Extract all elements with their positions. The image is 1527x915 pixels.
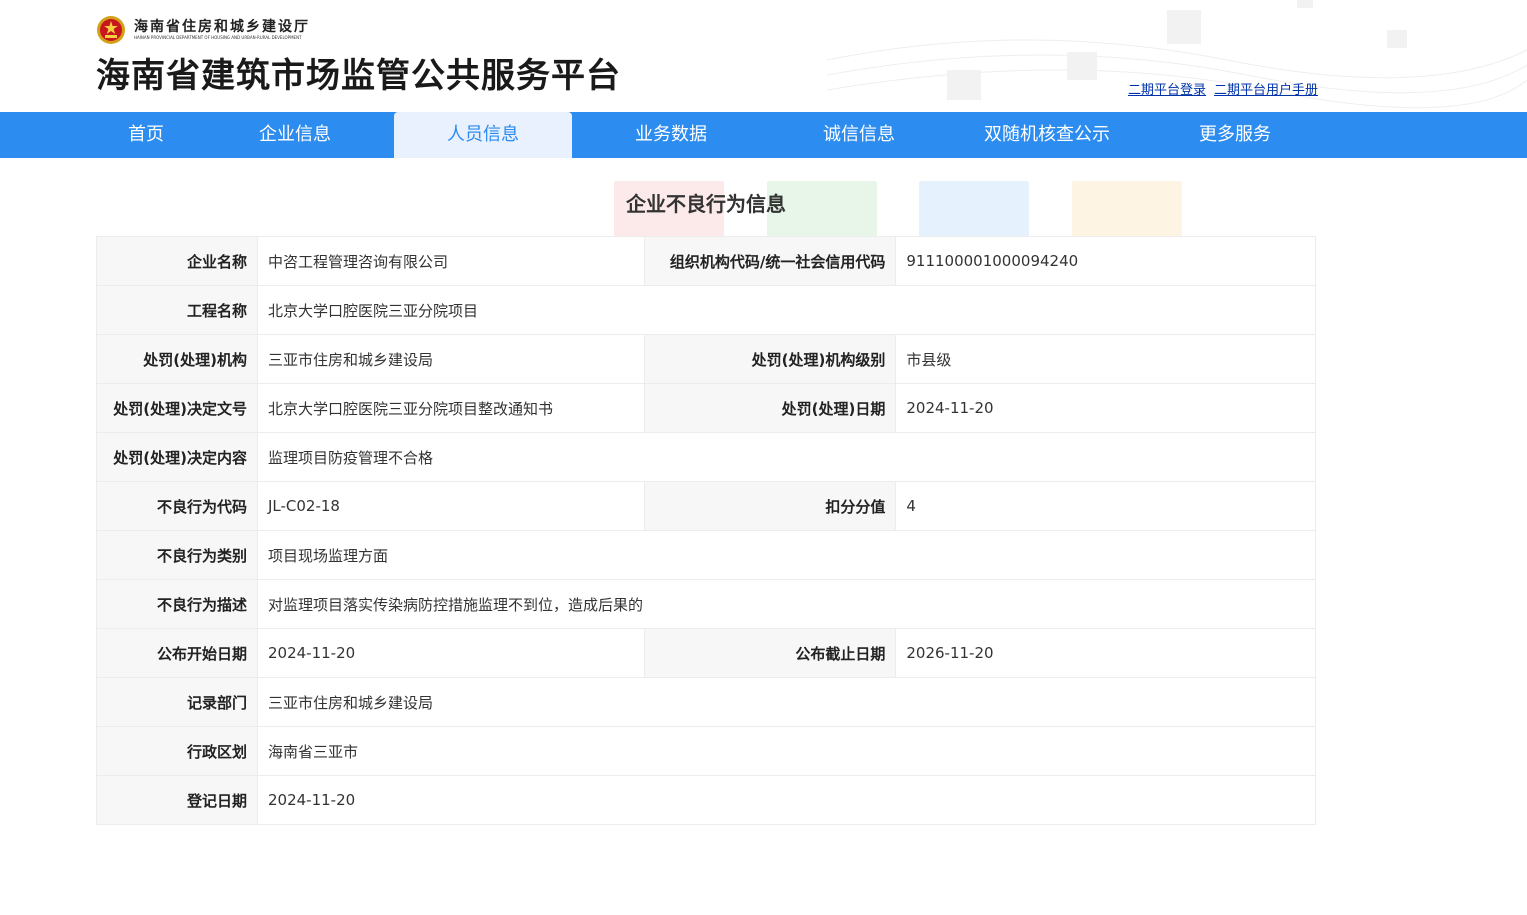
- company-value: 中咨工程管理咨询有限公司: [256, 236, 646, 286]
- region-value: 海南省三亚市: [256, 726, 1317, 776]
- deduction-label: 扣分分值: [644, 481, 897, 531]
- publish-end-label: 公布截止日期: [644, 628, 897, 678]
- publish-start-label: 公布开始日期: [96, 628, 258, 678]
- nav-more-services[interactable]: 更多服务: [1160, 112, 1310, 158]
- table-row: 企业名称 中咨工程管理咨询有限公司 组织机构代码/统一社会信用代码 911100…: [96, 236, 1316, 286]
- register-date-label: 登记日期: [96, 775, 258, 825]
- decision-content-value: 监理项目防疫管理不合格: [256, 432, 1317, 482]
- main-nav: 首页 企业信息 人员信息 业务数据 诚信信息 双随机核查公示 更多服务: [0, 112, 1527, 158]
- table-row: 处罚(处理)机构 三亚市住房和城乡建设局 处罚(处理)机构级别 市县级: [96, 334, 1316, 384]
- section-title: 企业不良行为信息: [626, 192, 786, 216]
- top-links: 二期平台登录 二期平台用户手册: [1128, 79, 1318, 98]
- record-dept-label: 记录部门: [96, 677, 258, 727]
- table-row: 公布开始日期 2024-11-20 公布截止日期 2026-11-20: [96, 628, 1316, 678]
- national-emblem-icon: [97, 16, 125, 44]
- register-date-value: 2024-11-20: [256, 775, 1317, 825]
- nav-enterprise[interactable]: 企业信息: [220, 112, 370, 158]
- authority-value: 三亚市住房和城乡建设局: [256, 334, 646, 384]
- decision-no-label: 处罚(处理)决定文号: [96, 383, 258, 433]
- authority-label: 处罚(处理)机构: [96, 334, 258, 384]
- phase2-login-link[interactable]: 二期平台登录: [1128, 79, 1206, 98]
- table-row: 行政区划 海南省三亚市: [96, 726, 1317, 776]
- publish-start-value: 2024-11-20: [256, 628, 646, 678]
- nav-business-data[interactable]: 业务数据: [596, 112, 746, 158]
- behavior-category-value: 项目现场监理方面: [256, 530, 1317, 580]
- decision-no-value: 北京大学口腔医院三亚分院项目整改通知书: [256, 383, 646, 433]
- table-row: 记录部门 三亚市住房和城乡建设局: [96, 677, 1317, 727]
- table-row: 登记日期 2024-11-20: [96, 775, 1317, 825]
- table-row: 不良行为类别 项目现场监理方面: [96, 530, 1317, 580]
- table-row: 处罚(处理)决定文号 北京大学口腔医院三亚分院项目整改通知书 处罚(处理)日期 …: [96, 383, 1316, 433]
- nav-home[interactable]: 首页: [96, 112, 196, 158]
- behavior-code-label: 不良行为代码: [96, 481, 258, 531]
- department-name-en: HAINAN PROVINCIAL DEPARTMENT OF HOUSING …: [134, 35, 302, 40]
- bad-behavior-table: 企业名称 中咨工程管理咨询有限公司 组织机构代码/统一社会信用代码 911100…: [96, 236, 1317, 825]
- behavior-code-value: JL-C02-18: [256, 481, 646, 531]
- nav-random-check[interactable]: 双随机核查公示: [966, 112, 1128, 158]
- site-title: 海南省建筑市场监管公共服务平台: [96, 56, 621, 96]
- decision-date-value: 2024-11-20: [895, 383, 1316, 433]
- company-label: 企业名称: [96, 236, 258, 286]
- decision-content-label: 处罚(处理)决定内容: [96, 432, 258, 482]
- table-row: 处罚(处理)决定内容 监理项目防疫管理不合格: [96, 432, 1317, 482]
- org-code-value: 911100001000094240: [895, 236, 1316, 286]
- project-value: 北京大学口腔医院三亚分院项目: [256, 285, 1317, 335]
- table-row: 不良行为代码 JL-C02-18 扣分分值 4: [96, 481, 1316, 531]
- authority-level-label: 处罚(处理)机构级别: [644, 334, 897, 384]
- project-label: 工程名称: [96, 285, 258, 335]
- nav-credit[interactable]: 诚信信息: [784, 112, 934, 158]
- phase2-manual-link[interactable]: 二期平台用户手册: [1214, 79, 1318, 98]
- authority-level-value: 市县级: [895, 334, 1316, 384]
- table-row: 不良行为描述 对监理项目落实传染病防控措施监理不到位，造成后果的: [96, 579, 1317, 629]
- publish-end-value: 2026-11-20: [895, 628, 1316, 678]
- record-dept-value: 三亚市住房和城乡建设局: [256, 677, 1317, 727]
- region-label: 行政区划: [96, 726, 258, 776]
- department-logo[interactable]: 海南省住房和城乡建设厅 HAINAN PROVINCIAL DEPARTMENT…: [96, 14, 310, 46]
- behavior-category-label: 不良行为类别: [96, 530, 258, 580]
- behavior-desc-label: 不良行为描述: [96, 579, 258, 629]
- department-name: 海南省住房和城乡建设厅: [134, 19, 310, 35]
- behavior-desc-value: 对监理项目落实传染病防控措施监理不到位，造成后果的: [256, 579, 1317, 629]
- site-header: 海南省住房和城乡建设厅 HAINAN PROVINCIAL DEPARTMENT…: [0, 0, 1527, 112]
- table-row: 工程名称 北京大学口腔医院三亚分院项目: [96, 285, 1317, 335]
- nav-personnel[interactable]: 人员信息: [394, 112, 572, 158]
- deduction-value: 4: [895, 481, 1316, 531]
- org-code-label: 组织机构代码/统一社会信用代码: [644, 236, 897, 286]
- decision-date-label: 处罚(处理)日期: [644, 383, 897, 433]
